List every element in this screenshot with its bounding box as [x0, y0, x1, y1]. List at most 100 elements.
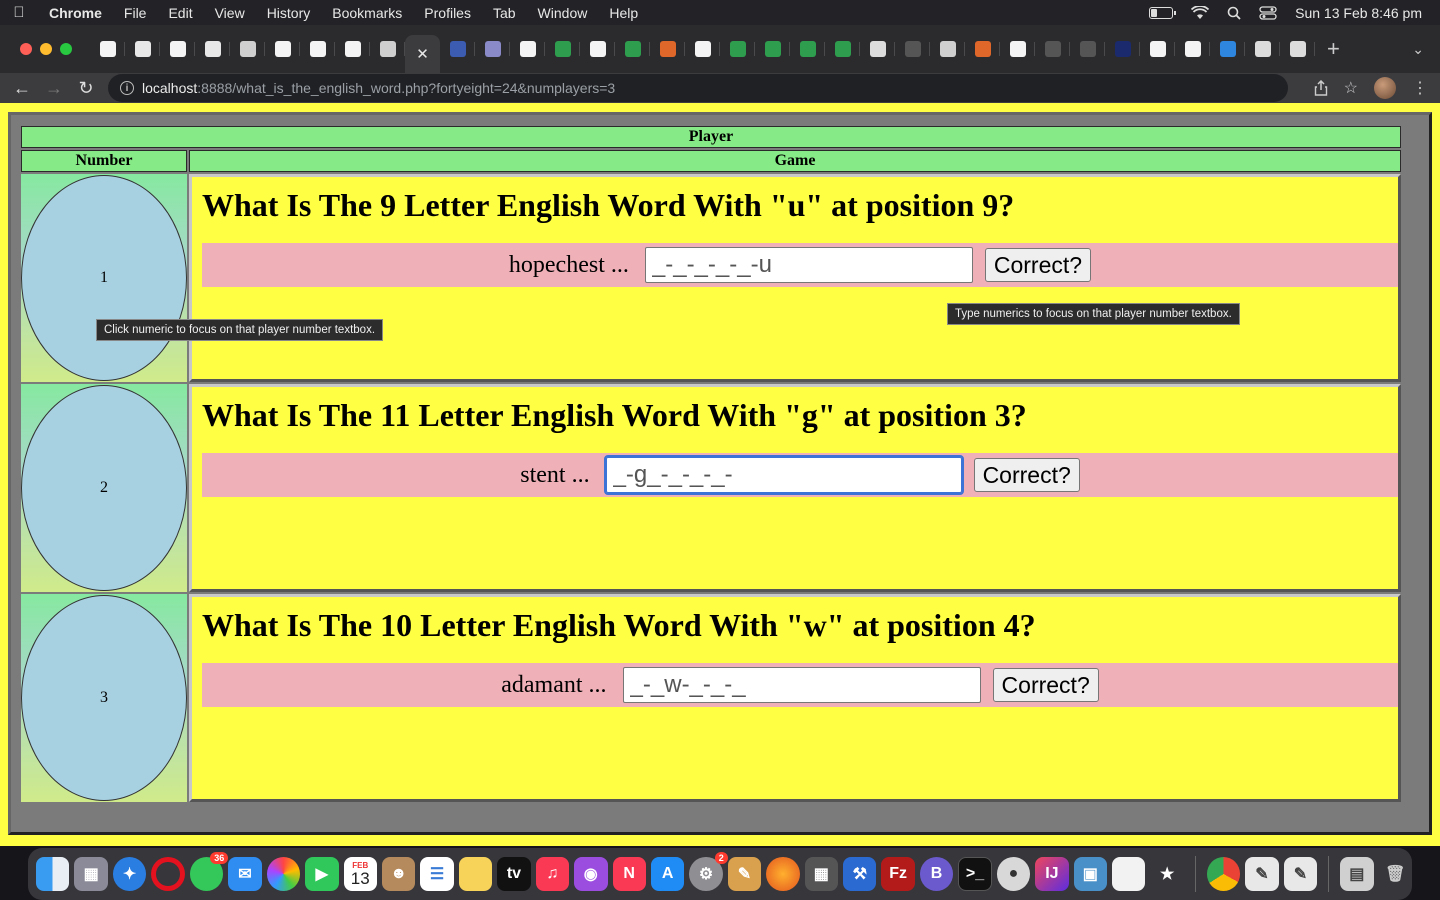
minimize-window-button[interactable] [40, 43, 52, 55]
browser-tab[interactable] [335, 32, 370, 66]
spotlight-search-icon[interactable] [1227, 6, 1241, 20]
player-number-button[interactable]: 2 [21, 385, 187, 591]
menu-edit[interactable]: Edit [157, 5, 203, 21]
calculator-icon[interactable]: ▦ [804, 857, 839, 891]
browser-tab[interactable] [1280, 32, 1315, 66]
browser-tab[interactable] [755, 32, 790, 66]
menu-clock[interactable]: Sun 13 Feb 8:46 pm [1295, 5, 1422, 21]
music-icon[interactable]: ♫ [535, 857, 570, 891]
correct-button[interactable]: Correct? [973, 458, 1080, 492]
bbedit-icon[interactable]: B [919, 857, 954, 891]
downloads-folder-icon[interactable]: ▤ [1340, 857, 1374, 891]
browser-tab[interactable] [475, 32, 510, 66]
browser-tab[interactable] [1140, 32, 1175, 66]
filezilla-icon[interactable]: Fz [881, 857, 915, 891]
browser-tab[interactable] [195, 32, 230, 66]
trash-icon[interactable]: 🗑 [1379, 857, 1412, 891]
firefox-icon[interactable] [766, 857, 800, 891]
back-arrow-icon[interactable]: ← [6, 78, 38, 99]
browser-tab[interactable] [90, 32, 125, 66]
contacts-icon[interactable]: ☻ [381, 857, 416, 891]
apple-tv-icon[interactable]: tv [497, 857, 531, 891]
site-info-icon[interactable]: i [120, 81, 134, 95]
browser-tab[interactable] [160, 32, 195, 66]
menu-tab[interactable]: Tab [482, 5, 527, 21]
reminders-icon[interactable]: ☰ [420, 857, 454, 891]
browser-tab[interactable] [370, 32, 405, 66]
browser-tab[interactable] [1035, 32, 1070, 66]
correct-button[interactable]: Correct? [992, 668, 1099, 702]
document-icon[interactable] [1112, 857, 1146, 891]
calendar-icon[interactable]: FEB 13 [343, 857, 377, 891]
paintbrush-icon[interactable]: ✎ [727, 857, 762, 891]
browser-tab[interactable] [650, 32, 685, 66]
menu-file[interactable]: File [113, 5, 158, 21]
bookmark-star-icon[interactable]: ☆ [1344, 78, 1358, 98]
close-tab-icon[interactable]: ✕ [416, 45, 429, 63]
share-icon[interactable] [1314, 80, 1328, 96]
address-bar[interactable]: i localhost:8888/what_is_the_english_wor… [108, 74, 1288, 102]
system-preferences-icon[interactable]: ⚙ 2 [689, 852, 728, 891]
facetime-icon[interactable]: ▶ [305, 857, 339, 891]
control-center-icon[interactable] [1259, 5, 1277, 20]
browser-tab[interactable] [720, 32, 755, 66]
safari-icon[interactable]: ✦ [112, 857, 147, 891]
photos-icon[interactable] [266, 857, 301, 891]
preview-icon[interactable]: ▣ [1073, 857, 1108, 891]
browser-tab[interactable] [615, 32, 650, 66]
opera-icon[interactable] [151, 857, 185, 891]
browser-tab[interactable] [265, 32, 300, 66]
battery-icon[interactable] [1149, 6, 1177, 19]
browser-tab[interactable] [930, 32, 965, 66]
textedit-icon[interactable]: ✎ [1245, 857, 1279, 891]
player-number-button[interactable]: 1 [21, 175, 187, 381]
browser-tab[interactable] [1245, 32, 1280, 66]
menu-window[interactable]: Window [527, 5, 599, 21]
podcasts-icon[interactable]: ◉ [574, 857, 608, 891]
browser-tab[interactable] [1000, 32, 1035, 66]
finder-icon[interactable] [36, 857, 70, 891]
browser-tab[interactable] [1070, 32, 1105, 66]
intellij-icon[interactable]: IJ [1035, 857, 1069, 891]
answer-input[interactable] [644, 247, 973, 283]
notes-icon[interactable] [458, 857, 493, 891]
reload-icon[interactable]: ↻ [70, 78, 102, 99]
browser-tab[interactable] [440, 32, 475, 66]
browser-tab[interactable] [790, 32, 825, 66]
menu-bookmarks[interactable]: Bookmarks [321, 5, 413, 21]
gimp-icon[interactable]: ★ [1150, 857, 1183, 891]
browser-tab[interactable] [860, 32, 895, 66]
gimp-elephant-icon[interactable]: ● [996, 857, 1031, 891]
launchpad-icon[interactable]: ▦ [74, 857, 108, 891]
browser-tab[interactable] [545, 32, 580, 66]
zoom-window-button[interactable] [60, 43, 72, 55]
browser-tab[interactable] [895, 32, 930, 66]
correct-button[interactable]: Correct? [984, 248, 1092, 282]
script-editor-icon[interactable]: ✎ [1283, 857, 1318, 891]
chrome-icon[interactable] [1206, 857, 1241, 891]
answer-input[interactable] [603, 455, 964, 495]
browser-tab[interactable] [510, 32, 545, 66]
player-number-button[interactable]: 3 [21, 595, 187, 801]
browser-tab[interactable] [1210, 32, 1245, 66]
profile-avatar[interactable] [1374, 77, 1396, 99]
app-store-icon[interactable]: A [650, 857, 685, 891]
menu-history[interactable]: History [256, 5, 322, 21]
apple-menu-icon[interactable]:  [0, 4, 38, 21]
chrome-menu-icon[interactable]: ⋮ [1412, 78, 1428, 98]
browser-tab[interactable] [580, 32, 615, 66]
menu-help[interactable]: Help [598, 5, 649, 21]
new-tab-plus-icon[interactable]: + [1327, 36, 1340, 62]
menu-view[interactable]: View [204, 5, 256, 21]
terminal-icon[interactable]: >_ [958, 857, 992, 891]
menu-profiles[interactable]: Profiles [413, 5, 482, 21]
forward-arrow-icon[interactable]: → [38, 78, 70, 99]
browser-tab[interactable] [230, 32, 265, 66]
menu-app-chrome[interactable]: Chrome [38, 5, 113, 21]
browser-tab[interactable] [300, 32, 335, 66]
answer-input[interactable] [622, 667, 981, 703]
news-icon[interactable]: N [612, 857, 646, 891]
browser-tab[interactable] [685, 32, 720, 66]
wifi-icon[interactable] [1191, 5, 1210, 20]
browser-tab[interactable] [965, 32, 1000, 66]
